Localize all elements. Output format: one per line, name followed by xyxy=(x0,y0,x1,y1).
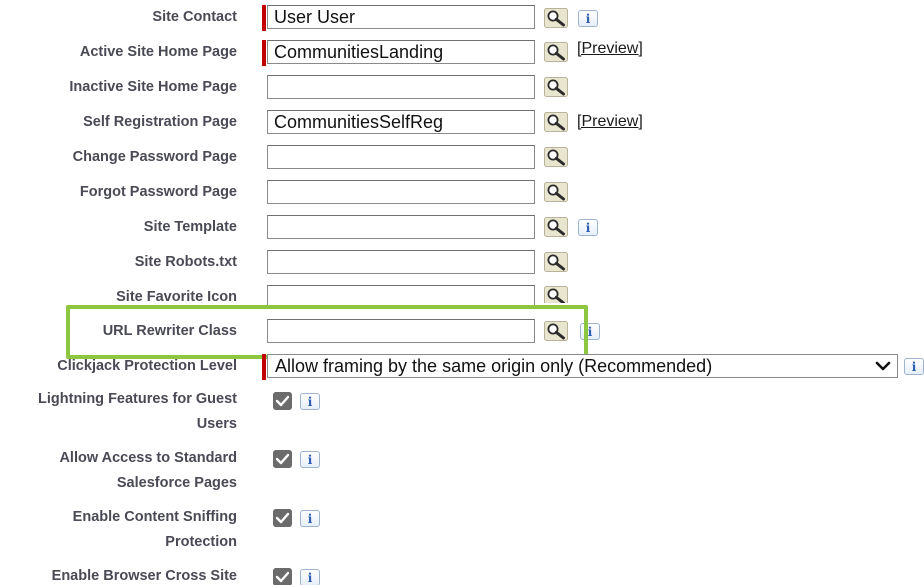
site-settings-form: Site Contact i Active Site Home Page [Pr… xyxy=(0,0,924,585)
info-icon[interactable]: i xyxy=(580,323,600,340)
row-forgot-password: Forgot Password Page xyxy=(0,179,924,207)
allow-standard-pages-label-line1: Allow Access to Standard xyxy=(59,450,237,466)
site-robots-label: Site Robots.txt xyxy=(134,254,237,270)
clickjack-selected-value: Allow framing by the same origin only (R… xyxy=(275,356,713,376)
self-registration-input[interactable] xyxy=(267,110,535,134)
change-password-input[interactable] xyxy=(267,145,535,169)
row-lightning-guest: Lightning Features for Guest Users i xyxy=(0,387,924,439)
row-active-site-home: Active Site Home Page [Preview] xyxy=(0,39,924,67)
row-site-contact: Site Contact i xyxy=(0,4,924,32)
active-site-home-label: Active Site Home Page xyxy=(79,44,237,60)
lookup-magnifier-icon[interactable] xyxy=(544,286,568,303)
info-icon[interactable]: i xyxy=(300,569,320,585)
site-contact-label: Site Contact xyxy=(152,9,237,25)
row-site-robots: Site Robots.txt xyxy=(0,249,924,277)
info-icon[interactable]: i xyxy=(300,510,320,527)
row-site-favorite-icon: Site Favorite Icon xyxy=(0,284,924,308)
lightning-guest-label-line2: Users xyxy=(196,416,237,432)
chevron-down-icon xyxy=(875,361,891,371)
required-indicator xyxy=(262,5,266,31)
lookup-magnifier-icon[interactable] xyxy=(544,147,568,167)
row-url-rewriter: URL Rewriter Class i xyxy=(0,318,924,346)
lookup-magnifier-icon[interactable] xyxy=(544,8,568,28)
site-favorite-icon-label: Site Favorite Icon xyxy=(116,289,237,305)
forgot-password-label: Forgot Password Page xyxy=(79,184,237,200)
site-template-input[interactable] xyxy=(267,215,535,239)
checkmark-icon[interactable] xyxy=(273,568,292,585)
required-indicator xyxy=(262,354,266,380)
info-icon[interactable]: i xyxy=(300,393,320,410)
clickjack-protection-select[interactable]: Allow framing by the same origin only (R… xyxy=(267,354,898,378)
lookup-magnifier-icon[interactable] xyxy=(544,217,568,237)
self-registration-label: Self Registration Page xyxy=(83,114,237,130)
row-content-sniffing: Enable Content Sniffing Protection i xyxy=(0,505,924,557)
checkmark-icon[interactable] xyxy=(273,392,292,410)
url-rewriter-input[interactable] xyxy=(267,319,535,343)
lightning-guest-label-line1: Lightning Features for Guest xyxy=(38,391,237,407)
lookup-magnifier-icon[interactable] xyxy=(544,252,568,272)
url-rewriter-label: URL Rewriter Class xyxy=(102,323,237,339)
preview-link[interactable]: [Preview] xyxy=(577,39,643,59)
lookup-magnifier-icon[interactable] xyxy=(544,321,568,341)
checkmark-icon[interactable] xyxy=(273,509,292,527)
info-icon[interactable]: i xyxy=(300,451,320,468)
lookup-magnifier-icon[interactable] xyxy=(544,42,568,62)
row-site-template: Site Template i xyxy=(0,214,924,242)
change-password-label: Change Password Page xyxy=(72,149,237,165)
allow-standard-pages-label-line2: Salesforce Pages xyxy=(116,475,237,491)
inactive-site-home-label: Inactive Site Home Page xyxy=(69,79,237,95)
row-browser-cross-site: Enable Browser Cross Site i xyxy=(0,564,924,585)
site-template-label: Site Template xyxy=(143,219,237,235)
site-contact-input[interactable] xyxy=(267,5,535,29)
allow-standard-pages-label: Allow Access to Standard Salesforce Page… xyxy=(0,446,237,496)
info-icon[interactable]: i xyxy=(578,219,598,236)
lightning-guest-label: Lightning Features for Guest Users xyxy=(0,387,237,437)
row-inactive-site-home: Inactive Site Home Page xyxy=(0,74,924,102)
lookup-magnifier-icon[interactable] xyxy=(544,77,568,97)
site-robots-input[interactable] xyxy=(267,250,535,274)
active-site-home-input[interactable] xyxy=(267,40,535,64)
clickjack-protection-label: Clickjack Protection Level xyxy=(57,358,237,374)
lookup-magnifier-icon[interactable] xyxy=(544,112,568,132)
info-icon[interactable]: i xyxy=(578,10,598,27)
inactive-site-home-input[interactable] xyxy=(267,75,535,99)
required-indicator xyxy=(262,40,266,66)
checkmark-icon[interactable] xyxy=(273,450,292,468)
row-allow-standard-pages: Allow Access to Standard Salesforce Page… xyxy=(0,446,924,498)
content-sniffing-label-line2: Protection xyxy=(165,534,237,550)
content-sniffing-label: Enable Content Sniffing Protection xyxy=(0,505,237,555)
site-favorite-icon-input[interactable] xyxy=(267,285,535,307)
lookup-magnifier-icon[interactable] xyxy=(544,182,568,202)
row-change-password: Change Password Page xyxy=(0,144,924,172)
row-self-registration: Self Registration Page [Preview] xyxy=(0,109,924,137)
browser-cross-site-label: Enable Browser Cross Site xyxy=(51,568,237,584)
info-icon[interactable]: i xyxy=(904,358,924,375)
content-sniffing-label-line1: Enable Content Sniffing xyxy=(72,509,237,525)
preview-link[interactable]: [Preview] xyxy=(577,112,643,132)
row-clickjack-protection: Clickjack Protection Level Allow framing… xyxy=(0,353,924,381)
forgot-password-input[interactable] xyxy=(267,180,535,204)
